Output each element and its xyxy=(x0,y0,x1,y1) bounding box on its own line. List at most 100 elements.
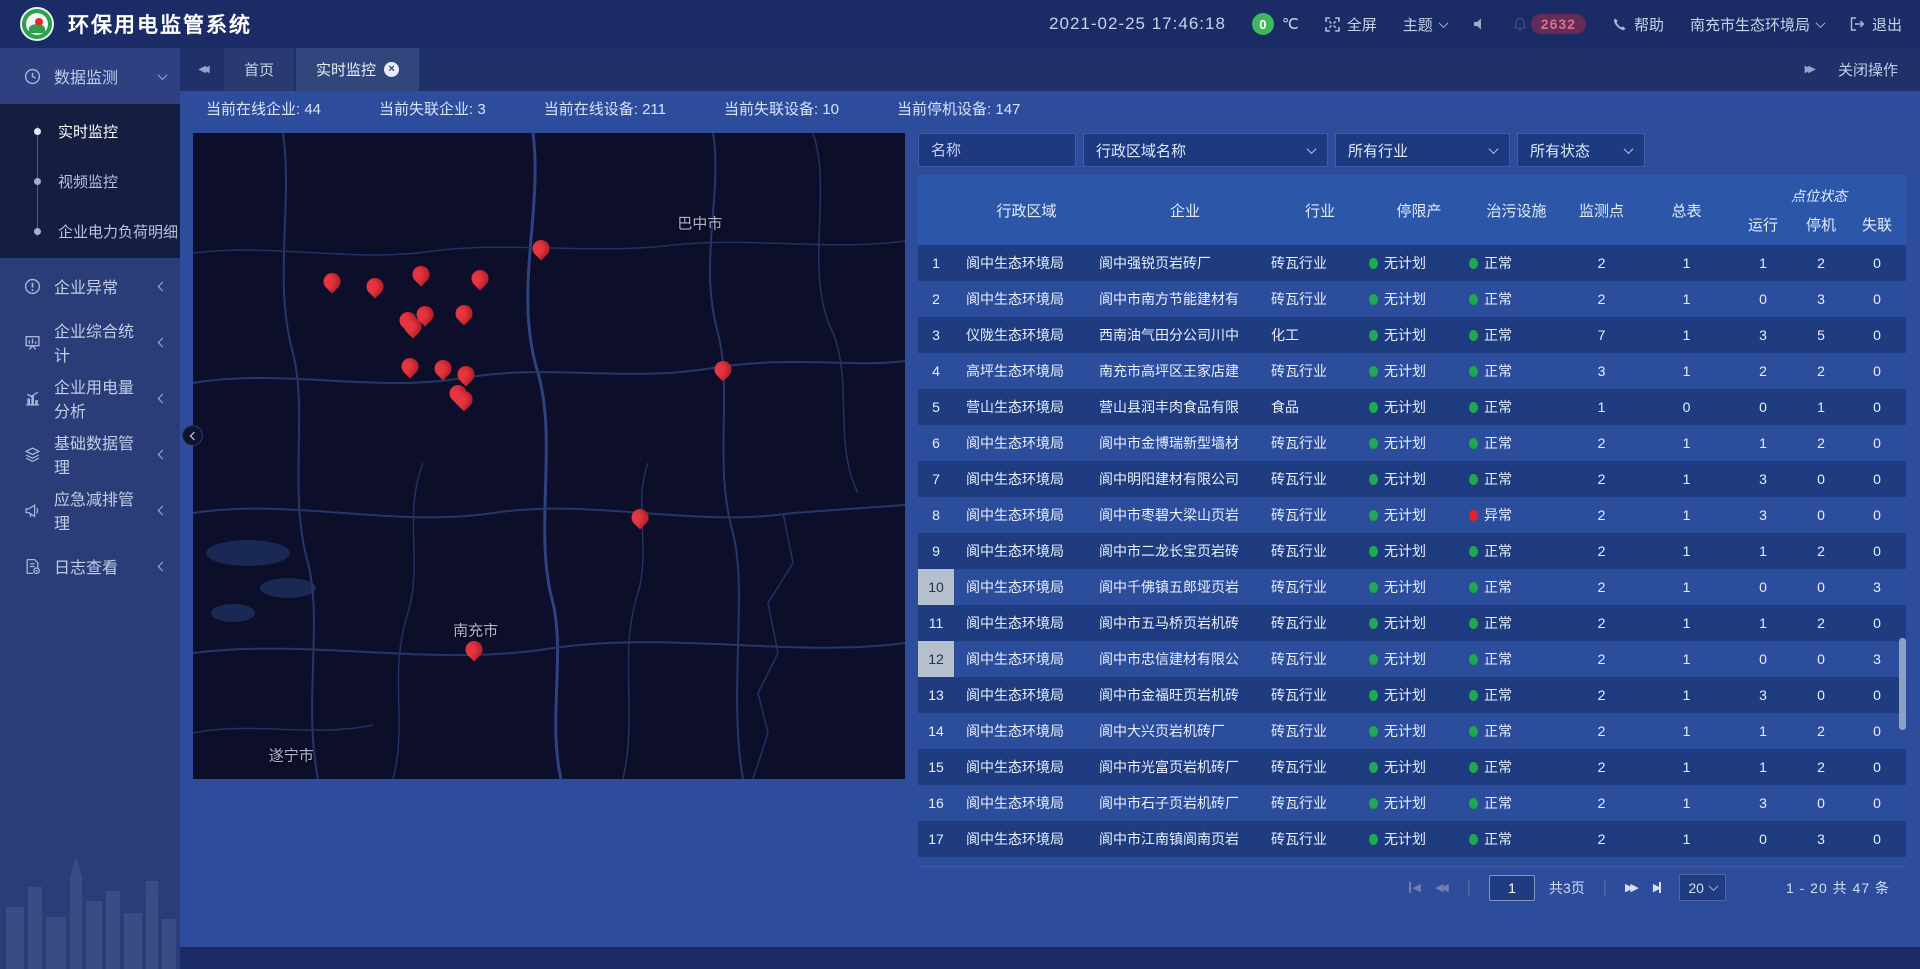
limit-status-label: 无计划 xyxy=(1384,361,1426,381)
notification-button[interactable]: 2632 xyxy=(1513,14,1586,34)
name-filter-input[interactable] xyxy=(931,142,1063,159)
cell-stopped: 2 xyxy=(1792,245,1850,281)
cell-disconnected: 0 xyxy=(1850,821,1904,857)
last-page-button[interactable]: ▶ xyxy=(1653,881,1665,894)
tab-首页[interactable]: 首页 xyxy=(224,48,294,91)
table-row[interactable]: 2阆中生态环境局阆中市南方节能建材有砖瓦行业无计划正常21030 xyxy=(918,281,1906,317)
status-filter-select[interactable]: 所有状态 xyxy=(1517,133,1645,167)
table-row[interactable]: 10阆中生态环境局阆中千佛镇五郎垭页岩砖瓦行业无计划正常21003 xyxy=(918,569,1906,605)
row-index: 2 xyxy=(918,281,954,317)
map-marker-pin[interactable] xyxy=(412,266,429,283)
sidebar-item-base-data[interactable]: 基础数据管理 xyxy=(0,426,180,482)
map-marker-pin[interactable] xyxy=(434,360,451,377)
cell-region: 阆中生态环境局 xyxy=(954,749,1099,785)
logout-button[interactable]: 退出 xyxy=(1850,14,1902,35)
table-row[interactable]: 12阆中生态环境局阆中市忠信建材有限公砖瓦行业无计划正常21003 xyxy=(918,641,1906,677)
map-marker-pin[interactable] xyxy=(402,358,419,375)
industry-filter-value: 所有行业 xyxy=(1348,140,1408,161)
cell-monitor-points: 2 xyxy=(1564,497,1639,533)
name-filter[interactable] xyxy=(918,133,1076,167)
table-scrollbar-thumb[interactable] xyxy=(1899,638,1906,730)
cell-stopped: 3 xyxy=(1792,821,1850,857)
close-operations-button[interactable]: 关闭操作 xyxy=(1838,59,1898,80)
table-row[interactable]: 11阆中生态环境局阆中市五马桥页岩机砖砖瓦行业无计划正常21120 xyxy=(918,605,1906,641)
map-marker-pin[interactable] xyxy=(714,361,731,378)
table-row[interactable]: 9阆中生态环境局阆中市二龙长宝页岩砖砖瓦行业无计划正常21120 xyxy=(918,533,1906,569)
cell-total-meters: 1 xyxy=(1639,281,1734,317)
tab-close-icon[interactable]: × xyxy=(384,62,399,77)
table-row[interactable]: 16阆中生态环境局阆中市石子页岩机砖厂砖瓦行业无计划正常21300 xyxy=(918,785,1906,821)
map-marker-pin[interactable] xyxy=(367,278,384,295)
cell-running: 0 xyxy=(1734,389,1792,425)
col-meter: 总表 xyxy=(1639,175,1734,245)
next-page-button[interactable]: ▶▶ xyxy=(1625,881,1639,894)
sound-button[interactable] xyxy=(1473,17,1487,31)
map-marker-pin[interactable] xyxy=(456,391,473,408)
help-button[interactable]: 帮助 xyxy=(1612,14,1664,35)
theme-button[interactable]: 主题 xyxy=(1403,14,1447,35)
map-marker-pin[interactable] xyxy=(456,305,473,322)
cell-limit-status: 无计划 xyxy=(1369,605,1469,641)
cell-total-meters: 1 xyxy=(1639,713,1734,749)
status-dot-icon xyxy=(1469,654,1478,665)
table-row[interactable]: 13阆中生态环境局阆中市金福旺页岩机砖砖瓦行业无计划正常21300 xyxy=(918,677,1906,713)
table-row[interactable]: 4高坪生态环境局南充市高坪区王家店建砖瓦行业无计划正常31220 xyxy=(918,353,1906,389)
sidebar-item-label: 应急减排管理 xyxy=(54,486,147,534)
sidebar-collapse-button[interactable] xyxy=(182,425,203,446)
map-marker-pin[interactable] xyxy=(533,240,550,257)
table-row[interactable]: 1阆中生态环境局阆中强锐页岩砖厂砖瓦行业无计划正常21120 xyxy=(918,245,1906,281)
map-marker-layer: 巴中市南充市遂宁市 xyxy=(193,133,905,779)
sidebar-item-power-load-detail[interactable]: 企业电力负荷明细 xyxy=(0,206,180,256)
table-row[interactable]: 14阆中生态环境局阆中大兴页岩机砖厂砖瓦行业无计划正常21120 xyxy=(918,713,1906,749)
cell-disconnected: 0 xyxy=(1850,389,1904,425)
pin-shape xyxy=(413,302,437,326)
map-marker-pin[interactable] xyxy=(457,366,474,383)
industry-filter-select[interactable]: 所有行业 xyxy=(1335,133,1510,167)
map-marker-pin[interactable] xyxy=(417,306,434,323)
map-marker-pin[interactable] xyxy=(323,273,340,290)
previous-page-button[interactable]: ◀◀ xyxy=(1435,881,1449,894)
table-row[interactable]: 15阆中生态环境局阆中市光富页岩机砖厂砖瓦行业无计划正常21120 xyxy=(918,749,1906,785)
status-dot-icon xyxy=(1469,726,1478,737)
cell-limit-status: 无计划 xyxy=(1369,677,1469,713)
status-dot-icon xyxy=(1469,366,1478,377)
tab-实时监控[interactable]: 实时监控× xyxy=(296,48,419,91)
org-menu-button[interactable]: 南充市生态环境局 xyxy=(1690,14,1824,35)
map-marker-pin[interactable] xyxy=(471,270,488,287)
table-row[interactable]: 8阆中生态环境局阆中市枣碧大梁山页岩砖瓦行业无计划异常21300 xyxy=(918,497,1906,533)
cell-monitor-points: 2 xyxy=(1564,425,1639,461)
sidebar-item-enterprise-stats[interactable]: 企业综合统计 xyxy=(0,314,180,370)
pin-shape xyxy=(462,638,486,662)
sidebar-item-enterprise-abnormal[interactable]: 企业异常 xyxy=(0,258,180,314)
table-row[interactable]: 17阆中生态环境局阆中市江南镇阆南页岩砖瓦行业无计划正常21030 xyxy=(918,821,1906,857)
stats-icon xyxy=(22,334,42,351)
table-row[interactable]: 6阆中生态环境局阆中市金博瑞新型墙材砖瓦行业无计划正常21120 xyxy=(918,425,1906,461)
stat-label: 当前在线企业: xyxy=(206,101,304,118)
sidebar-item-video-monitor[interactable]: 视频监控 xyxy=(0,156,180,206)
tabs-scroll-left-button[interactable]: ◀◀ xyxy=(180,48,224,91)
region-filter-value: 行政区域名称 xyxy=(1096,140,1186,161)
map-panel[interactable]: 巴中市南充市遂宁市 xyxy=(193,133,905,779)
table-row[interactable]: 3仪陇生态环境局西南油气田分公司川中化工无计划正常71350 xyxy=(918,317,1906,353)
sidebar-item-data-monitor[interactable]: 数据监测 xyxy=(0,48,180,104)
table-row[interactable]: 5营山生态环境局营山县润丰肉食品有限食品无计划正常10010 xyxy=(918,389,1906,425)
map-marker-pin[interactable] xyxy=(466,641,483,658)
sidebar-item-power-analysis[interactable]: 企业用电量分析 xyxy=(0,370,180,426)
table-row[interactable]: 7阆中生态环境局阆中明阳建材有限公司砖瓦行业无计划正常21300 xyxy=(918,461,1906,497)
status-dot-icon xyxy=(1369,438,1378,449)
tabs-scroll-right-button[interactable]: ▶▶ xyxy=(1805,64,1812,75)
sidebar-item-emergency-reduction[interactable]: 应急减排管理 xyxy=(0,482,180,538)
page-number-input[interactable] xyxy=(1489,875,1535,901)
first-page-button[interactable]: ◀ xyxy=(1408,881,1420,894)
status-dot-icon xyxy=(1469,546,1478,557)
page-size-select[interactable]: 20 xyxy=(1679,874,1726,901)
status-dot-icon xyxy=(1369,798,1378,809)
fullscreen-button[interactable]: 全屏 xyxy=(1325,14,1377,35)
row-index: 6 xyxy=(918,425,954,461)
map-marker-pin[interactable] xyxy=(632,509,649,526)
logo-sun xyxy=(35,18,43,26)
sidebar-item-log-view[interactable]: 日志查看 xyxy=(0,538,180,594)
tab-actions: ▶▶ 关闭操作 xyxy=(1805,48,1920,91)
sidebar-item-realtime-monitor[interactable]: 实时监控 xyxy=(0,106,180,156)
region-filter-select[interactable]: 行政区域名称 xyxy=(1083,133,1328,167)
